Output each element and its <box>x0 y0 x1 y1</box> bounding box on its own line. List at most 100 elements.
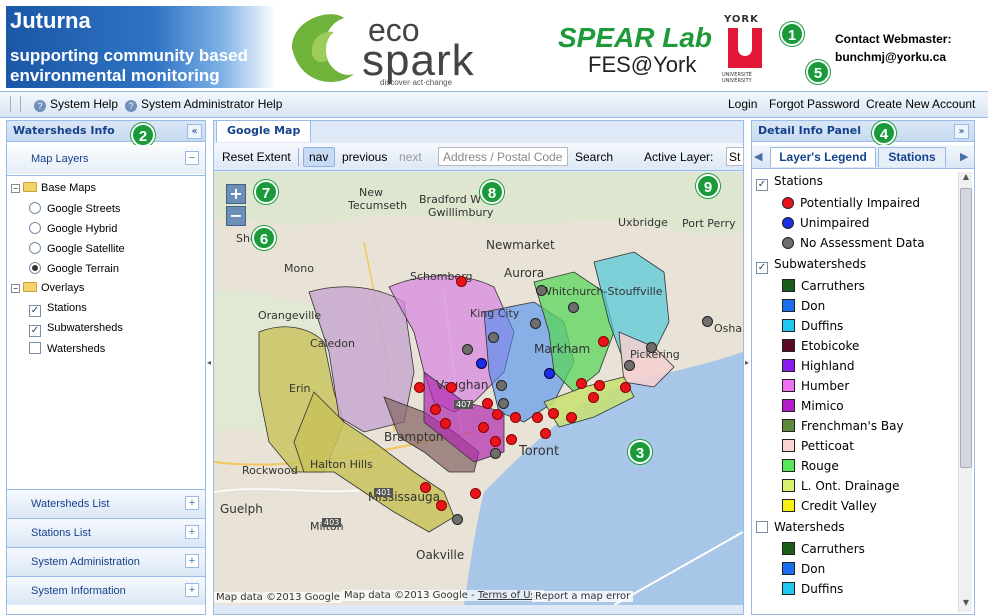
checkbox-checked[interactable]: ✓ <box>756 179 768 191</box>
zoom-out-button[interactable]: − <box>226 206 246 226</box>
station-marker-impaired[interactable] <box>576 378 587 389</box>
system-administration-section[interactable]: System Administration + <box>7 547 205 576</box>
station-marker-no-data[interactable] <box>702 316 713 327</box>
station-marker-unimpaired[interactable] <box>476 358 487 369</box>
base-map-option[interactable]: Google Streets <box>29 202 120 215</box>
stations-list-section[interactable]: Stations List + <box>7 518 205 547</box>
system-information-section[interactable]: System Information + <box>7 576 205 605</box>
station-marker-no-data[interactable] <box>452 514 463 525</box>
station-marker-no-data[interactable] <box>530 318 541 329</box>
overlays-node[interactable]: − Overlays <box>11 282 84 294</box>
station-marker-no-data[interactable] <box>462 344 473 355</box>
station-marker-impaired[interactable] <box>620 382 631 393</box>
expand-icon[interactable]: + <box>185 525 199 539</box>
tab-google-map[interactable]: Google Map <box>216 120 312 142</box>
station-marker-impaired[interactable] <box>532 412 543 423</box>
station-marker-no-data[interactable] <box>646 342 657 353</box>
station-marker-impaired[interactable] <box>566 412 577 423</box>
radio-button[interactable] <box>29 242 41 254</box>
collapse-map-layers-icon[interactable]: − <box>185 151 199 165</box>
station-marker-impaired[interactable] <box>492 409 503 420</box>
station-marker-impaired[interactable] <box>436 500 447 511</box>
station-marker-impaired[interactable] <box>470 488 481 499</box>
radio-button-selected[interactable] <box>29 262 41 274</box>
overlay-option[interactable]: ✓ Subwatersheds <box>29 322 123 337</box>
reset-extent-button[interactable]: Reset Extent <box>222 150 291 164</box>
active-layer-select[interactable]: St <box>726 147 744 166</box>
system-help-link[interactable]: ? System Help <box>34 97 118 112</box>
station-marker-no-data[interactable] <box>490 448 501 459</box>
zoom-in-button[interactable]: + <box>226 184 246 204</box>
search-button[interactable]: Search <box>575 150 613 164</box>
left-splitter-arrow-icon[interactable]: ◂ <box>207 358 211 367</box>
expand-icon[interactable]: + <box>185 583 199 597</box>
next-button[interactable]: next <box>399 150 422 164</box>
checkbox-checked[interactable]: ✓ <box>29 325 41 337</box>
base-map-option[interactable]: Google Hybrid <box>29 222 117 235</box>
radio-button[interactable] <box>29 222 41 234</box>
station-marker-unimpaired[interactable] <box>544 368 555 379</box>
station-marker-impaired[interactable] <box>598 336 609 347</box>
station-marker-impaired[interactable] <box>414 382 425 393</box>
station-marker-impaired[interactable] <box>440 418 451 429</box>
legend-subwatersheds-toggle[interactable]: ✓ Subwatersheds <box>756 257 866 274</box>
base-maps-node[interactable]: − Base Maps <box>11 182 96 194</box>
scroll-down-icon[interactable]: ▼ <box>960 598 972 612</box>
station-marker-no-data[interactable] <box>496 380 507 391</box>
login-link[interactable]: Login <box>728 97 757 111</box>
right-splitter-arrow-icon[interactable]: ▸ <box>745 358 749 367</box>
legend-watersheds-toggle[interactable]: Watersheds <box>756 520 845 534</box>
station-marker-impaired[interactable] <box>506 434 517 445</box>
station-marker-impaired[interactable] <box>420 482 431 493</box>
station-marker-no-data[interactable] <box>624 360 635 371</box>
tree-collapse-icon[interactable]: − <box>11 184 20 193</box>
admin-help-link[interactable]: ? System Administrator Help <box>125 97 282 112</box>
station-marker-impaired[interactable] <box>456 276 467 287</box>
tab-stations[interactable]: Stations <box>878 147 946 167</box>
station-marker-no-data[interactable] <box>498 398 509 409</box>
checkbox-checked[interactable]: ✓ <box>756 262 768 274</box>
address-search-input[interactable]: Address / Postal Code <box>438 147 568 166</box>
base-map-option[interactable]: Google Terrain <box>29 262 119 275</box>
station-marker-impaired[interactable] <box>594 380 605 391</box>
station-marker-no-data[interactable] <box>568 302 579 313</box>
station-marker-impaired[interactable] <box>478 422 489 433</box>
expand-icon[interactable]: + <box>185 554 199 568</box>
station-marker-impaired[interactable] <box>430 404 441 415</box>
radio-button[interactable] <box>29 202 41 214</box>
overlay-option[interactable]: ✓ Stations <box>29 302 87 317</box>
tab-scroll-right-icon[interactable]: ▶ <box>960 150 974 164</box>
legend-stations-toggle[interactable]: ✓ Stations <box>756 174 823 191</box>
expand-icon[interactable]: + <box>185 496 199 510</box>
checkbox[interactable] <box>29 342 41 354</box>
station-marker-impaired[interactable] <box>588 392 599 403</box>
station-marker-impaired[interactable] <box>548 408 559 419</box>
tree-collapse-icon[interactable]: − <box>11 284 20 293</box>
checkbox-checked[interactable]: ✓ <box>29 305 41 317</box>
google-map-canvas[interactable]: New Tecumseth Bradford W Gwillimbury Uxb… <box>214 172 743 605</box>
legend-scrollbar[interactable]: ▲ ▼ <box>958 172 972 612</box>
station-marker-impaired[interactable] <box>540 428 551 439</box>
tab-layers-legend[interactable]: Layer's Legend <box>770 147 876 167</box>
station-marker-impaired[interactable] <box>510 412 521 423</box>
collapse-right-icon[interactable]: » <box>954 124 969 139</box>
previous-button[interactable]: previous <box>342 150 387 164</box>
create-account-link[interactable]: Create New Account <box>866 97 975 111</box>
scrollbar-thumb[interactable] <box>960 188 972 468</box>
station-marker-no-data[interactable] <box>536 285 547 296</box>
forgot-password-link[interactable]: Forgot Password <box>769 97 860 111</box>
station-marker-impaired[interactable] <box>490 436 501 447</box>
report-map-error-link[interactable]: Report a map error <box>532 591 634 602</box>
station-marker-impaired[interactable] <box>482 398 493 409</box>
tab-scroll-left-icon[interactable]: ◀ <box>754 150 768 164</box>
station-marker-no-data[interactable] <box>488 332 499 343</box>
watersheds-list-section[interactable]: Watersheds List + <box>7 489 205 518</box>
map-layers-section-header[interactable]: Map Layers − <box>7 145 205 174</box>
scroll-up-icon[interactable]: ▲ <box>960 172 972 186</box>
checkbox[interactable] <box>756 521 768 533</box>
base-map-option[interactable]: Google Satellite <box>29 242 125 255</box>
overlay-option[interactable]: Watersheds <box>29 342 105 355</box>
contact-email[interactable]: bunchmj@yorku.ca <box>835 48 951 66</box>
station-marker-impaired[interactable] <box>446 382 457 393</box>
collapse-left-icon[interactable]: « <box>187 124 202 139</box>
